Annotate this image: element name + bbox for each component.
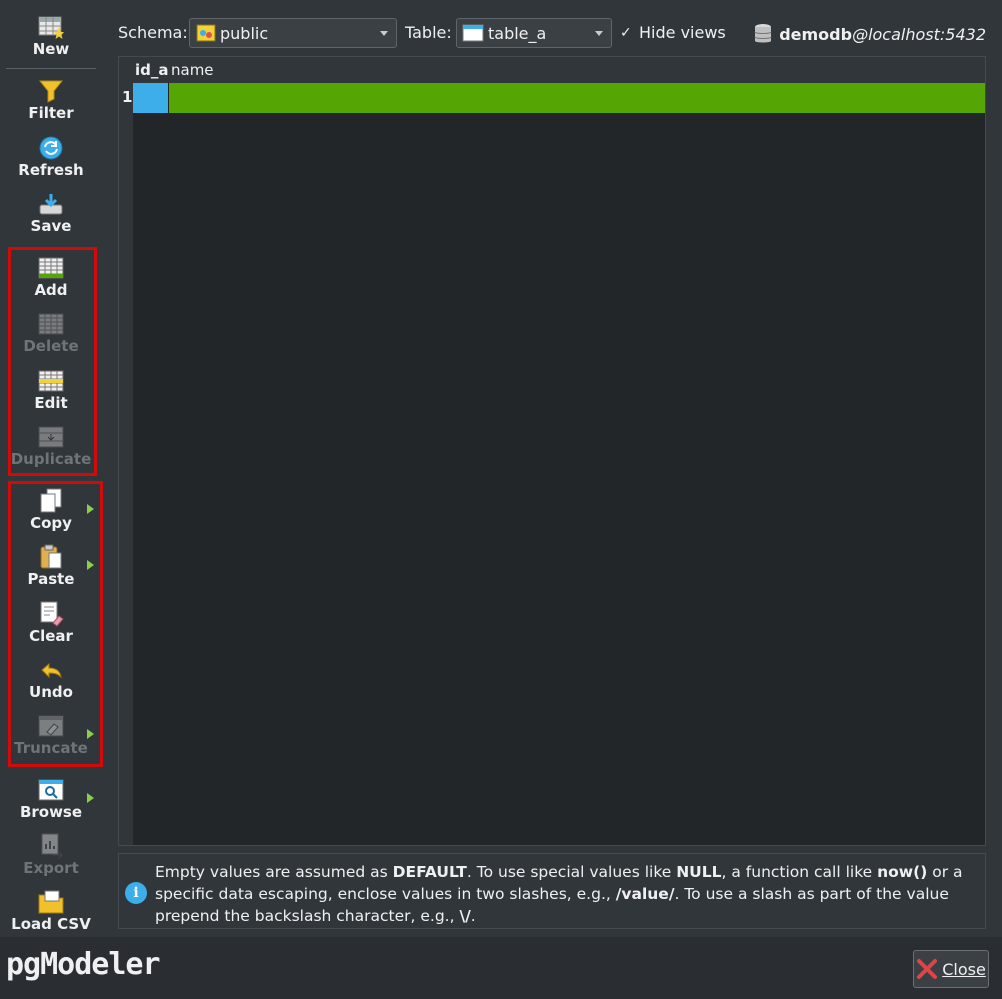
table-value: table_a <box>488 23 547 43</box>
paste-icon <box>37 544 65 570</box>
clear-button[interactable]: Clear <box>4 597 98 653</box>
truncate-menu-arrow-icon[interactable] <box>87 729 94 739</box>
export-button[interactable]: Export <box>4 829 98 885</box>
info-text: Empty values are assumed as DEFAULT. To … <box>155 863 963 925</box>
close-icon <box>916 958 938 980</box>
duplicate-row-button[interactable]: Duplicate <box>4 420 98 476</box>
browse-icon <box>37 777 65 803</box>
edit-row-button[interactable]: Edit <box>4 364 98 420</box>
data-grid[interactable]: id_a name 1 <box>118 56 986 846</box>
schema-select[interactable]: public <box>189 18 397 48</box>
database-icon <box>753 23 773 45</box>
connection-info: demodb@localhost:5432 <box>753 23 986 45</box>
toolbar: New Filter Refresh Save Add Delete Edit … <box>0 0 103 937</box>
undo-icon <box>37 657 65 683</box>
column-header-name[interactable]: name <box>171 61 214 79</box>
add-row-icon <box>37 255 65 281</box>
pgmodeler-logo: pgModeler <box>6 947 161 982</box>
cell-name[interactable] <box>169 83 985 113</box>
hide-views-checkbox[interactable]: ✓ <box>620 26 634 40</box>
filter-icon <box>37 78 65 104</box>
row-header-column: 1 <box>119 83 133 845</box>
row-number[interactable]: 1 <box>122 88 132 106</box>
refresh-icon <box>37 135 65 161</box>
browse-menu-arrow-icon[interactable] <box>87 793 94 803</box>
load-csv-button[interactable]: Load CSV <box>4 885 98 941</box>
table-icon <box>462 24 484 42</box>
close-button[interactable]: Close <box>913 950 989 988</box>
browse-button[interactable]: Browse <box>4 773 98 829</box>
add-row-button[interactable]: Add <box>4 251 98 307</box>
save-icon <box>37 191 65 217</box>
schema-value: public <box>220 23 269 43</box>
bottom-bar: pgModeler Close <box>0 937 1002 999</box>
chevron-down-icon <box>380 31 388 36</box>
schema-label: Schema: <box>118 23 188 42</box>
top-bar: Schema: public Table: table_a ✓ Hide vie… <box>118 18 986 50</box>
copy-icon <box>37 488 65 514</box>
delete-row-button[interactable]: Delete <box>4 307 98 363</box>
duplicate-row-icon <box>37 424 65 450</box>
schema-icon <box>196 24 216 42</box>
copy-menu-arrow-icon[interactable] <box>87 504 94 514</box>
clear-icon <box>37 601 65 627</box>
truncate-button[interactable]: Truncate <box>4 709 98 765</box>
copy-button[interactable]: Copy <box>4 484 98 540</box>
filter-button[interactable]: Filter <box>4 74 98 130</box>
new-table-icon <box>37 14 65 40</box>
edit-row-icon <box>37 368 65 394</box>
paste-menu-arrow-icon[interactable] <box>87 560 94 570</box>
table-select[interactable]: table_a <box>456 18 612 48</box>
cell-id-a[interactable] <box>133 83 168 113</box>
column-header-id-a[interactable]: id_a <box>135 61 169 79</box>
chevron-down-icon <box>595 31 603 36</box>
info-icon: i <box>125 882 147 904</box>
refresh-button[interactable]: Refresh <box>4 131 98 187</box>
hide-views-label[interactable]: Hide views <box>639 23 726 42</box>
close-label: Close <box>942 959 986 979</box>
grid-header: id_a name <box>119 57 985 83</box>
info-panel: i Empty values are assumed as DEFAULT. T… <box>118 853 986 929</box>
db-host: @localhost:5432 <box>852 24 986 44</box>
export-icon <box>37 833 65 859</box>
paste-button[interactable]: Paste <box>4 540 98 596</box>
save-button[interactable]: Save <box>4 187 98 243</box>
truncate-icon <box>37 713 65 739</box>
new-button[interactable]: New <box>4 10 98 66</box>
db-name: demodb <box>779 24 853 44</box>
load-csv-icon <box>37 889 65 915</box>
delete-row-icon <box>37 311 65 337</box>
undo-button[interactable]: Undo <box>4 653 98 709</box>
table-label: Table: <box>405 23 452 42</box>
